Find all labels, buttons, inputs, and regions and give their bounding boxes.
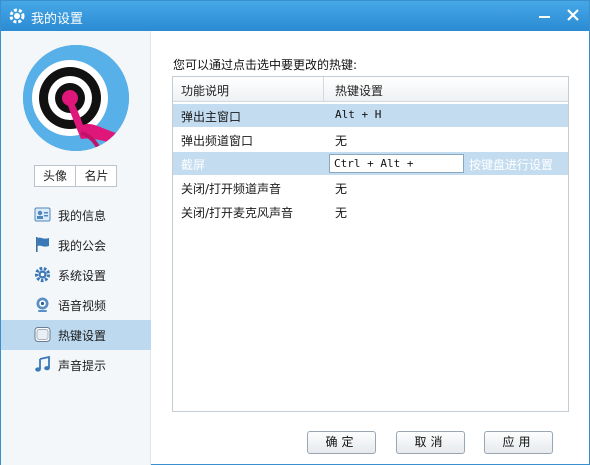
sidebar-item-system-settings[interactable]: 系统设置 — [1, 260, 151, 290]
hotkey-cell: Alt + H — [335, 108, 382, 121]
webcam-icon — [36, 297, 49, 312]
hotkey-instruction: 您可以通过点击选中要更改的热键: — [173, 58, 358, 72]
music-note-icon — [35, 356, 50, 372]
profile-card-icon — [34, 207, 51, 222]
column-header-hotkey: 热键设置 — [335, 84, 384, 98]
close-button[interactable] — [561, 5, 585, 27]
sidebar-item-label: 语音视频 — [58, 299, 107, 313]
table-row[interactable]: 关闭/打开频道声音 无 — [173, 176, 568, 199]
table-row[interactable]: 关闭/打开麦克风声音 无 — [173, 200, 568, 223]
hotkey-cell: 无 — [335, 206, 348, 220]
function-cell: 弹出频道窗口 — [181, 134, 254, 148]
hotkey-cell: 无 — [335, 134, 348, 148]
hotkey-input[interactable]: Ctrl + Alt + — [329, 154, 464, 173]
sidebar-item-label: 声音提示 — [58, 359, 107, 373]
ok-button[interactable]: 确定 — [307, 431, 376, 454]
avatar[interactable] — [23, 45, 129, 151]
sidebar-item-voice-video[interactable]: 语音视频 — [1, 290, 151, 320]
function-cell: 关闭/打开频道声音 — [181, 182, 282, 196]
settings-window: 我的设置 头像 名片 我的信息 我的公会 系统设置 语音视频 热键设置 声音提示… — [0, 0, 590, 465]
gear-icon — [9, 8, 25, 24]
avatar-tab-group: 头像 名片 — [34, 165, 117, 187]
table-row[interactable]: 截屏 Ctrl + Alt + 按键盘进行设置 — [173, 152, 568, 175]
tab-card[interactable]: 名片 — [76, 166, 117, 186]
minimize-button[interactable] — [532, 5, 556, 27]
table-row[interactable]: 弹出频道窗口 无 — [173, 128, 568, 151]
gear-icon — [34, 266, 51, 283]
hotkey-hint: 按键盘进行设置 — [469, 158, 554, 172]
flag-icon — [36, 237, 49, 252]
sidebar: 头像 名片 我的信息 我的公会 系统设置 语音视频 热键设置 声音提示 — [1, 31, 151, 465]
sidebar-item-sound-alerts[interactable]: 声音提示 — [1, 350, 151, 380]
sidebar-item-label: 我的信息 — [58, 209, 107, 223]
table-row[interactable]: 弹出主窗口 Alt + H — [173, 104, 568, 127]
close-icon — [567, 9, 579, 21]
sidebar-item-label: 系统设置 — [58, 269, 107, 283]
hotkey-cell: 无 — [335, 182, 348, 196]
function-cell: 弹出主窗口 — [181, 110, 242, 124]
sidebar-item-label: 我的公会 — [58, 239, 107, 253]
window-title: 我的设置 — [31, 12, 84, 27]
minimize-icon — [539, 16, 550, 18]
function-cell: 关闭/打开麦克风声音 — [181, 206, 294, 220]
column-header-function: 功能说明 — [181, 84, 230, 98]
cancel-button[interactable]: 取消 — [396, 431, 465, 454]
sidebar-item-my-guild[interactable]: 我的公会 — [1, 230, 151, 260]
title-bar[interactable]: 我的设置 — [1, 1, 589, 31]
sidebar-item-hotkey-settings[interactable]: 热键设置 — [1, 320, 151, 350]
column-divider — [323, 77, 324, 102]
sidebar-item-my-info[interactable]: 我的信息 — [1, 200, 151, 230]
function-cell: 截屏 — [181, 158, 206, 172]
avatar-image — [23, 45, 129, 151]
sidebar-item-label: 热键设置 — [58, 329, 107, 343]
tab-avatar[interactable]: 头像 — [35, 166, 76, 186]
keyboard-icon — [34, 327, 51, 342]
apply-button[interactable]: 应用 — [484, 431, 553, 454]
hotkey-table: 功能说明 热键设置 弹出主窗口 Alt + H 弹出频道窗口 无 截屏 Ctrl… — [172, 76, 569, 412]
table-header: 功能说明 热键设置 — [173, 77, 568, 102]
